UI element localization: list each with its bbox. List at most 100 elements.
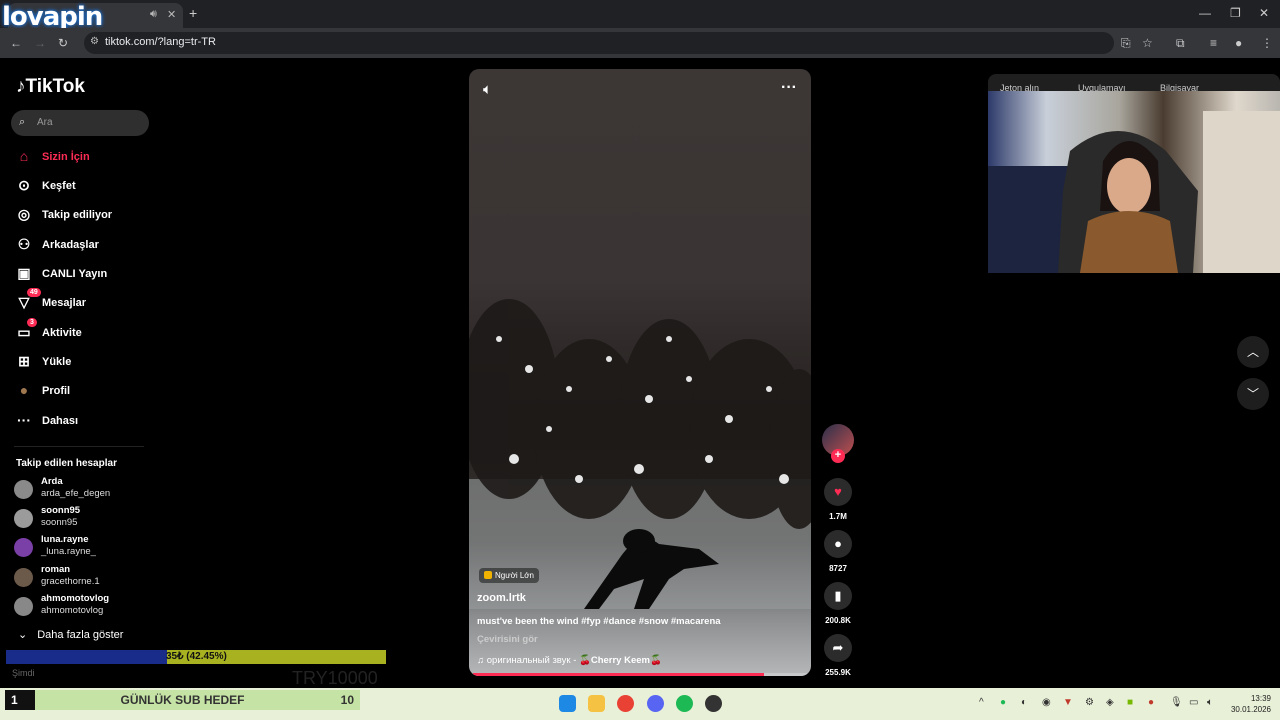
file-explorer-icon[interactable] (588, 695, 605, 712)
chevron-down-icon: ⌄ (18, 629, 28, 641)
video-progress-bar[interactable] (473, 673, 807, 676)
account-name: soonn95 (41, 505, 81, 516)
system-clock[interactable]: 13:39 30.01.2026 (1227, 693, 1271, 715)
search-icon: ⌕ (19, 116, 26, 128)
account-item[interactable]: soonn95 soonn95 (14, 505, 154, 533)
account-handle: _luna.rayne_ (41, 546, 96, 557)
home-icon: ⌂ (19, 148, 29, 164)
nav-label: CANLI Yayın (42, 268, 108, 280)
account-item[interactable]: roman gracethorne.1 (14, 564, 154, 592)
url-text: tiktok.com/?lang=tr-TR (105, 36, 216, 48)
microphone-icon[interactable]: 🎙︎ (1170, 697, 1183, 708)
search-placeholder: Ara (37, 117, 53, 128)
url-field[interactable]: ⚙ tiktok.com/?lang=tr-TR (84, 32, 1114, 54)
nav-messages[interactable]: ▽ 49 Mesajlar (14, 288, 154, 316)
install-app-icon[interactable]: ⎘ (1121, 36, 1131, 51)
extensions-icon[interactable]: ⧉ (1176, 36, 1185, 51)
nav-live[interactable]: ▣ CANLI Yayın (14, 263, 154, 287)
nav-activity[interactable]: ▭ 3 Aktivite (14, 318, 154, 346)
upload-icon: ⊞ (18, 353, 30, 369)
nav-profile[interactable]: ● Profil (14, 380, 154, 404)
tray-icon[interactable]: ● (1148, 697, 1154, 708)
nav-more[interactable]: ··· Dahası (14, 410, 154, 434)
show-more-button[interactable]: ⌄ Daha fazla göster (18, 628, 123, 641)
comment-button[interactable]: ● (824, 530, 852, 558)
forward-icon[interactable]: → (34, 36, 46, 50)
nav-label: Keşfet (42, 180, 76, 192)
browser-menu-icon[interactable]: ⋮ (1261, 36, 1273, 50)
tray-icon[interactable]: ▼ (1063, 697, 1073, 708)
account-name: Arda (41, 476, 63, 487)
tray-nvidia-icon[interactable]: ■ (1127, 697, 1133, 708)
see-translation-link[interactable]: Çevirisini gör (477, 634, 538, 645)
nav-label: Mesajlar (42, 297, 87, 309)
heart-icon: ♥ (834, 484, 842, 499)
browser-tab-strip: 🔊︎ ✕ + — ❐ ✕ (0, 0, 1280, 28)
save-button[interactable]: ▮ (824, 582, 852, 610)
obs-icon[interactable] (705, 695, 722, 712)
account-handle: soonn95 (41, 517, 78, 528)
tray-icon[interactable]: ◉ (1042, 697, 1051, 708)
account-item[interactable]: luna.rayne _luna.rayne_ (14, 534, 154, 562)
discord-icon[interactable] (647, 695, 664, 712)
overlay-faded-right: TRY10000 (292, 668, 378, 688)
tray-icon[interactable]: ⚙ (1085, 697, 1094, 708)
minimize-icon[interactable]: — (1199, 6, 1211, 20)
comment-icon: ● (834, 536, 842, 551)
nav-upload[interactable]: ⊞ Yükle (14, 351, 154, 375)
media-control-icon[interactable]: ≡ (1210, 36, 1217, 50)
close-window-icon[interactable]: ✕ (1259, 6, 1269, 20)
share-icon: ➦ (832, 640, 844, 655)
video-author[interactable]: zoom.lrtk (477, 592, 526, 604)
share-button[interactable]: ➦ (824, 634, 852, 662)
nav-label: Takip ediliyor (42, 209, 113, 221)
like-button[interactable]: ♥ (824, 478, 852, 506)
account-handle: arda_efe_degen (41, 488, 111, 499)
chrome-icon[interactable] (617, 695, 634, 712)
save-count: 200.8K (825, 616, 851, 625)
windows-start-icon[interactable] (559, 695, 576, 712)
network-icon[interactable]: ▭ (1189, 697, 1198, 708)
spotify-icon[interactable] (676, 695, 693, 712)
close-tab-icon[interactable]: ✕ (167, 8, 176, 21)
back-icon[interactable]: ← (10, 36, 22, 50)
compass-icon: ⊙ (18, 177, 30, 193)
nav-label: Aktivite (42, 327, 82, 339)
new-tab-button[interactable]: + (189, 5, 197, 21)
tray-icon[interactable]: ◈ (1106, 697, 1114, 708)
nav-explore[interactable]: ⊙ Keşfet (14, 175, 154, 199)
avatar (14, 509, 33, 528)
speaker-icon[interactable]: 🔊︎ (150, 8, 157, 21)
sub-goal-label: GÜNLÜK SUB HEDEF (120, 693, 245, 707)
tray-icon[interactable]: ◐ (1021, 697, 1027, 708)
taskbar: 1 GÜNLÜK SUB HEDEF 10 ^ ● ◐ ◉ ▼ ⚙ ◈ ■ ● … (0, 688, 1280, 720)
profile-avatar-icon[interactable]: ● (1235, 36, 1242, 50)
reload-icon[interactable]: ↻ (58, 36, 68, 50)
donation-progress-bar: 35₺ (42.45%) (6, 650, 386, 664)
volume-icon[interactable]: 🔈︎ (483, 81, 492, 98)
video-player[interactable]: 🔈︎ ··· Người Lớn zoom.lrtk must've been … (469, 69, 811, 676)
nav-friends[interactable]: ⚇ Arkadaşlar (14, 234, 154, 258)
chevron-up-icon: ︿ (1246, 345, 1259, 359)
nav-following[interactable]: ◎ Takip ediliyor (14, 204, 154, 228)
video-caption: must've been the wind #fyp #dance #snow … (477, 616, 721, 627)
volume-tray-icon[interactable]: 🔈︎ (1207, 697, 1213, 708)
site-info-icon[interactable]: ⚙ (90, 36, 99, 47)
follow-plus-icon[interactable]: + (831, 449, 845, 463)
next-video-button[interactable]: ﹀ (1237, 378, 1269, 410)
music-info[interactable]: ♫ оригинальный звук - 🍒Cherry Keem🍒 (477, 655, 662, 666)
nav-for-you[interactable]: ⌂ Sizin İçin (14, 146, 154, 170)
nav-label: Dahası (42, 415, 79, 427)
video-options-icon[interactable]: ··· (781, 79, 797, 97)
bookmark-star-icon[interactable]: ☆ (1142, 36, 1153, 50)
chevron-down-icon: ﹀ (1246, 387, 1259, 401)
search-input[interactable]: ⌕ Ara (11, 110, 149, 136)
previous-video-button[interactable]: ︿ (1237, 336, 1269, 368)
restore-icon[interactable]: ❐ (1230, 6, 1241, 20)
avatar (14, 538, 33, 557)
tray-spotify-icon[interactable]: ● (1000, 697, 1006, 708)
tray-expand-icon[interactable]: ^ (979, 697, 984, 708)
tiktok-logo[interactable]: ♪TikTok (16, 76, 85, 98)
account-item[interactable]: Arda arda_efe_degen (14, 476, 154, 504)
account-item[interactable]: ahmomotovlog ahmomotovlog (14, 593, 154, 621)
